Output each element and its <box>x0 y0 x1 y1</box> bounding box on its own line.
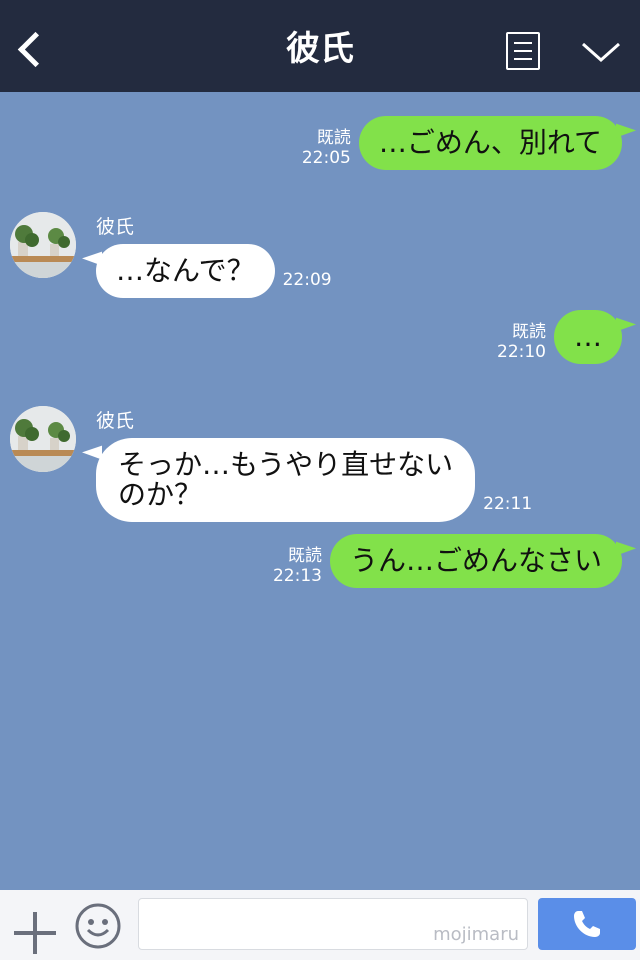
read-receipt: 既読 <box>287 546 322 566</box>
message-bubble[interactable]: そっか…もうやり直せない のか？ <box>96 438 476 522</box>
chat-area[interactable]: 既読 22:05 …ごめん、別れて 彼氏 …なんで？ 22:09 既読 22:1… <box>0 92 640 890</box>
plant-photo-icon <box>10 406 76 472</box>
message-out: 既読 22:05 …ごめん、別れて <box>302 116 622 170</box>
call-button[interactable] <box>538 898 636 950</box>
message-time: 22:05 <box>301 148 351 168</box>
plant-photo-icon <box>10 212 76 278</box>
phone-icon <box>574 911 600 937</box>
read-receipt: 既読 <box>512 322 546 342</box>
message-in: 彼氏 …なんで？ 22:09 <box>10 212 410 312</box>
message-time: 22:13 <box>272 566 322 586</box>
message-line: のか？ <box>118 478 203 511</box>
menu-icon[interactable] <box>506 32 540 70</box>
chevron-down-icon[interactable] <box>580 36 622 66</box>
message-body: …なんで？ 22:09 <box>96 244 332 298</box>
message-in: 彼氏 そっか…もうやり直せない のか？ 22:11 <box>10 406 590 536</box>
chat-title: 彼氏 <box>286 29 354 69</box>
message-input[interactable]: mojimaru <box>138 898 528 950</box>
sender-name: 彼氏 <box>96 410 135 432</box>
message-meta: 既読 22:05 <box>302 128 351 168</box>
sender-name: 彼氏 <box>96 216 135 238</box>
message-bubble[interactable]: …ごめん、別れて <box>358 116 622 170</box>
watermark-text: mojimaru <box>433 924 519 945</box>
header-bar: 彼氏 <box>0 0 640 92</box>
message-time: 22:09 <box>282 270 332 290</box>
contact-avatar[interactable] <box>10 406 76 472</box>
message-body: そっか…もうやり直せない のか？ 22:11 <box>96 438 532 522</box>
plus-icon[interactable] <box>14 912 56 954</box>
message-time: 22:11 <box>483 494 533 514</box>
message-meta: 既読 22:10 <box>497 322 546 362</box>
smile-icon[interactable] <box>74 902 122 950</box>
message-out: 既読 22:13 うん…ごめんなさい <box>273 534 622 588</box>
read-receipt: 既読 <box>316 128 351 148</box>
back-chevron-icon[interactable] <box>8 22 52 76</box>
message-bubble[interactable]: … <box>554 310 622 364</box>
message-time: 22:10 <box>497 342 546 362</box>
message-out: 既読 22:10 … <box>497 310 622 364</box>
message-line: そっか…もうやり直せない <box>118 448 454 481</box>
message-meta: 既読 22:13 <box>273 546 322 586</box>
contact-avatar[interactable] <box>10 212 76 278</box>
message-bubble[interactable]: …なんで？ <box>96 244 275 298</box>
message-bubble[interactable]: うん…ごめんなさい <box>329 534 622 588</box>
